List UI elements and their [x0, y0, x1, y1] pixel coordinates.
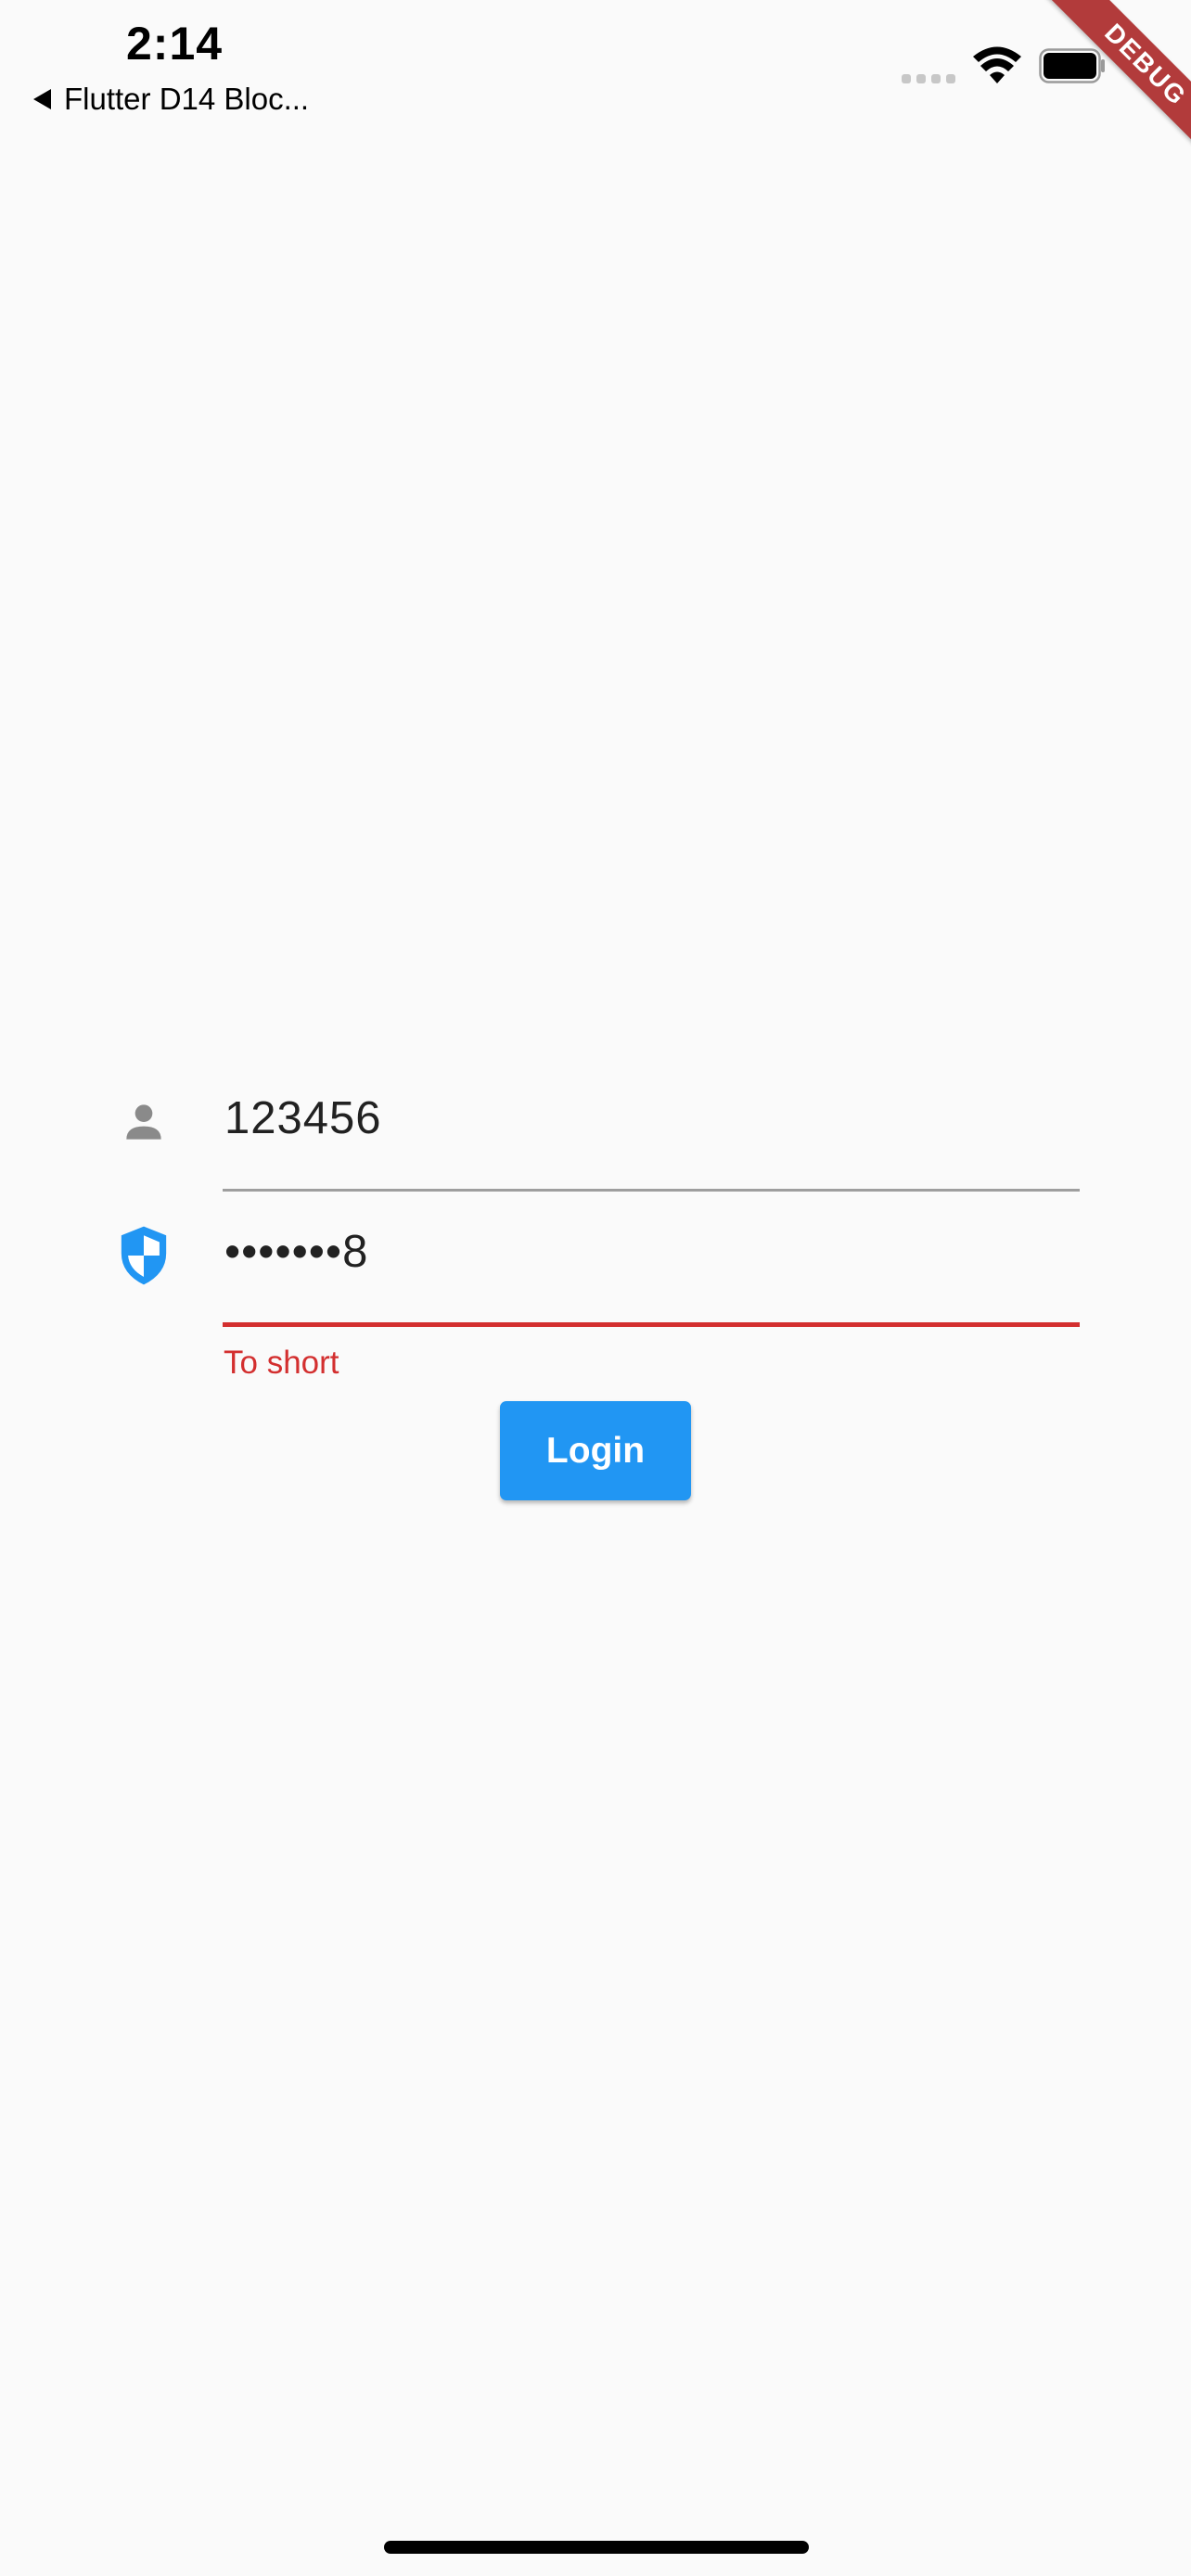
password-value: •••••••8 — [224, 1227, 369, 1277]
back-to-app-button[interactable]: Flutter D14 Bloc... — [33, 82, 309, 117]
login-button[interactable]: Login — [500, 1401, 691, 1500]
debug-banner: DEBUG — [1005, 0, 1191, 185]
password-error-text: To short — [224, 1345, 339, 1381]
cellular-signal-icon — [902, 74, 955, 83]
back-app-label: Flutter D14 Bloc... — [64, 82, 310, 116]
home-indicator[interactable] — [384, 2541, 809, 2554]
status-time: 2:14 — [126, 18, 224, 70]
username-field[interactable]: 123456 — [223, 1085, 1080, 1192]
back-triangle-icon — [33, 89, 51, 109]
debug-banner-label: DEBUG — [1022, 0, 1191, 185]
password-field[interactable]: •••••••8 — [223, 1218, 1080, 1327]
shield-icon — [121, 1226, 167, 1285]
username-value: 123456 — [224, 1093, 382, 1143]
person-icon — [126, 1104, 161, 1140]
